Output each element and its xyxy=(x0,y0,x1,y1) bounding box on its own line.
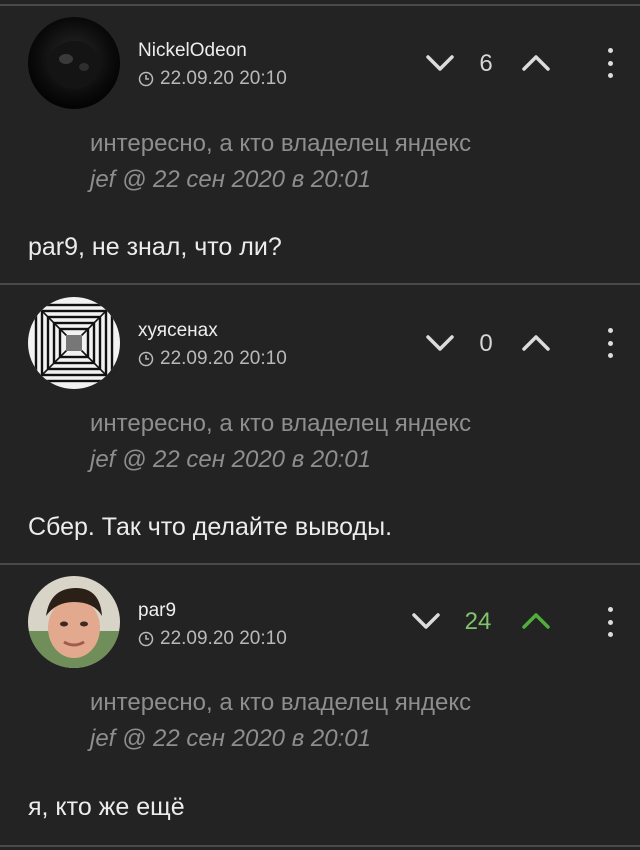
quote-author[interactable]: jef @ 22 сен 2020 в 20:01 xyxy=(90,725,371,753)
divider xyxy=(0,563,640,565)
quote-text: интересно, а кто владелец яндекс xyxy=(90,410,472,437)
vote-up-button[interactable] xyxy=(520,52,552,74)
comment-body: Сбер. Так что делайте выводы. xyxy=(28,513,393,541)
comment-meta: 22.09.20 20:10 xyxy=(138,348,287,370)
more-options-button[interactable] xyxy=(604,607,616,637)
username[interactable]: хуясенах xyxy=(138,320,218,342)
quote-author[interactable]: jef @ 22 сен 2020 в 20:01 xyxy=(90,166,371,194)
vote-down-button[interactable] xyxy=(410,610,442,632)
avatar[interactable] xyxy=(28,576,120,668)
comment-meta: 22.09.20 20:10 xyxy=(138,628,287,650)
clock-icon xyxy=(138,631,154,647)
quote-text: интересно, а кто владелец яндекс xyxy=(90,130,472,157)
username[interactable]: par9 xyxy=(138,600,176,622)
avatar[interactable] xyxy=(28,297,120,389)
quote-text: интересно, а кто владелец яндекс xyxy=(90,689,472,716)
comment-nickelodeon: NickelOdeon 22.09.20 20:10 6 интересно, … xyxy=(0,0,640,284)
vote-up-button-active[interactable] xyxy=(520,610,552,632)
avatar[interactable] xyxy=(28,17,120,109)
divider xyxy=(0,283,640,285)
more-options-button[interactable] xyxy=(604,328,616,358)
vote-up-button[interactable] xyxy=(520,332,552,354)
timestamp: 22.09.20 20:10 xyxy=(160,68,287,89)
vote-count: 6 xyxy=(479,50,493,77)
timestamp: 22.09.20 20:10 xyxy=(160,348,287,369)
vote-down-button[interactable] xyxy=(424,332,456,354)
timestamp: 22.09.20 20:10 xyxy=(160,628,287,649)
divider xyxy=(0,845,640,847)
more-options-button[interactable] xyxy=(604,48,616,78)
vote-count: 0 xyxy=(479,330,493,357)
comment-meta: 22.09.20 20:10 xyxy=(138,68,287,90)
comment-body: я, кто же ещё xyxy=(28,793,185,821)
username[interactable]: NickelOdeon xyxy=(138,40,247,62)
quote-author[interactable]: jef @ 22 сен 2020 в 20:01 xyxy=(90,446,371,474)
vote-count: 24 xyxy=(464,608,492,635)
clock-icon xyxy=(138,351,154,367)
comment-body: par9, не знал, что ли? xyxy=(28,233,282,261)
clock-icon xyxy=(138,71,154,87)
vote-down-button[interactable] xyxy=(424,52,456,74)
